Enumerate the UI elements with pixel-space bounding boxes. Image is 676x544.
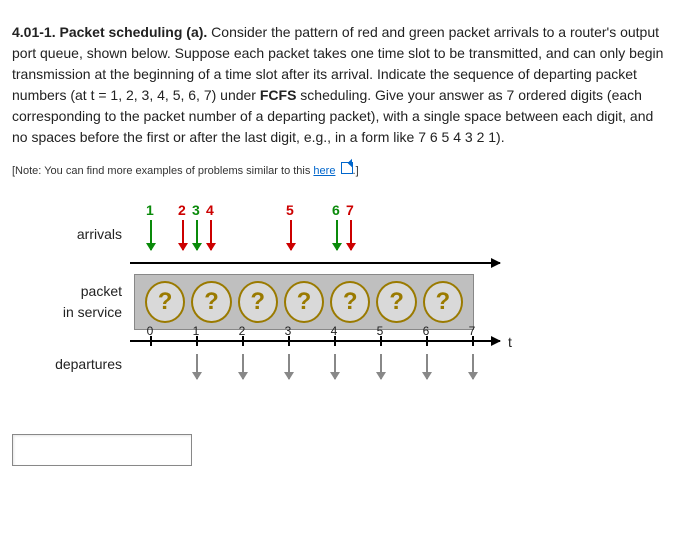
arrival-arrow — [210, 220, 212, 250]
departure-arrow — [288, 354, 290, 379]
arrival-number: 1 — [146, 200, 154, 221]
note-text: [Note: You can find more examples of pro… — [12, 162, 664, 180]
arrival-arrow — [290, 220, 292, 250]
arrival-arrow — [150, 220, 152, 250]
arrivals-label: arrivals — [32, 224, 130, 245]
external-link-icon — [341, 162, 353, 174]
service-slot: ? — [330, 281, 370, 323]
arrival-arrow — [182, 220, 184, 250]
service-slot: ? — [423, 281, 463, 323]
time-tick-label: 2 — [239, 322, 246, 340]
service-slot: ? — [238, 281, 278, 323]
time-axis-label: t — [508, 332, 512, 353]
departure-arrow — [196, 354, 198, 379]
arrival-number: 3 — [192, 200, 200, 221]
departure-arrow — [426, 354, 428, 379]
time-tick-label: 4 — [331, 322, 338, 340]
departure-arrow — [472, 354, 474, 379]
arrival-number: 7 — [346, 200, 354, 221]
departures-axis — [130, 340, 500, 342]
time-tick-label: 3 — [285, 322, 292, 340]
answer-input[interactable] — [12, 434, 192, 466]
service-slot: ? — [191, 281, 231, 323]
arrival-number: 2 — [178, 200, 186, 221]
note-link[interactable]: here — [313, 165, 335, 177]
service-slot: ? — [376, 281, 416, 323]
scheduling-type: FCFS — [260, 87, 297, 103]
arrival-number: 5 — [286, 200, 294, 221]
arrival-arrow — [196, 220, 198, 250]
departure-arrow — [334, 354, 336, 379]
arrivals-axis — [130, 262, 500, 264]
service-slot: ? — [284, 281, 324, 323]
time-tick-label: 7 — [469, 322, 476, 340]
scheduling-diagram: arrivals 1234567 packet in service ?????… — [32, 200, 664, 404]
arrivals-area: 1 234 5 67 — [130, 200, 510, 270]
departures-area: t 01234567 — [130, 334, 530, 404]
arrival-arrow — [350, 220, 352, 250]
departure-arrow — [242, 354, 244, 379]
departures-label: departures — [32, 334, 130, 375]
arrival-arrow — [336, 220, 338, 250]
time-tick-label: 5 — [377, 322, 384, 340]
service-slot: ? — [145, 281, 185, 323]
question-number: 4.01-1. Packet scheduling (a). — [12, 24, 207, 40]
departure-arrow — [380, 354, 382, 379]
arrival-number: 6 — [332, 200, 340, 221]
time-tick-label: 1 — [193, 322, 200, 340]
time-tick-label: 6 — [423, 322, 430, 340]
time-tick-label: 0 — [147, 322, 154, 340]
question-text: 4.01-1. Packet scheduling (a). Consider … — [12, 22, 664, 148]
service-label: packet in service — [32, 281, 130, 323]
arrival-number: 4 — [206, 200, 214, 221]
